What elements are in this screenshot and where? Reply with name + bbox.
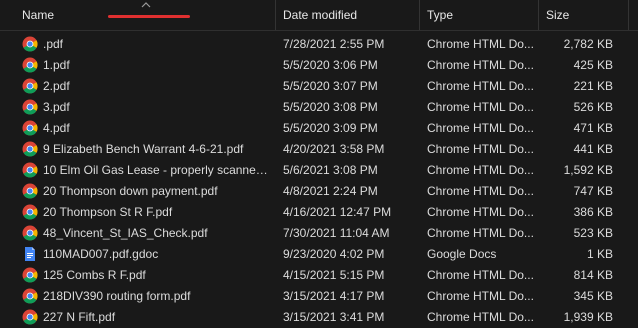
column-header-size[interactable]: Size [546, 0, 626, 30]
file-row[interactable]: 3.pdf 5/5/2020 3:08 PM Chrome HTML Do...… [0, 97, 638, 118]
chrome-icon [22, 120, 38, 136]
file-name: 9 Elizabeth Bench Warrant 4-6-21.pdf [43, 142, 244, 156]
column-divider[interactable] [538, 0, 539, 30]
file-date-modified: 7/30/2021 11:04 AM [283, 226, 390, 240]
file-row[interactable]: 2.pdf 5/5/2020 3:07 PM Chrome HTML Do...… [0, 76, 638, 97]
file-name: 227 N Fift.pdf [43, 310, 116, 324]
file-name: 4.pdf [43, 121, 70, 135]
file-size: 747 KB [573, 184, 613, 198]
file-name: 3.pdf [43, 100, 70, 114]
file-date-modified: 3/15/2021 3:41 PM [283, 310, 385, 324]
file-row[interactable]: 227 N Fift.pdf 3/15/2021 3:41 PM Chrome … [0, 307, 638, 328]
file-type: Chrome HTML Do... [427, 37, 534, 51]
file-type: Chrome HTML Do... [427, 79, 534, 93]
file-row[interactable]: 218DIV390 routing form.pdf 3/15/2021 4:1… [0, 286, 638, 307]
file-type: Chrome HTML Do... [427, 205, 534, 219]
chrome-icon [22, 204, 38, 220]
file-date-modified: 5/5/2020 3:06 PM [283, 58, 378, 72]
column-header-date-modified[interactable]: Date modified [283, 0, 418, 30]
file-size: 386 KB [573, 205, 613, 219]
file-size: 441 KB [573, 142, 613, 156]
column-divider[interactable] [628, 0, 629, 30]
file-size: 526 KB [573, 100, 613, 114]
file-date-modified: 4/20/2021 3:58 PM [283, 142, 385, 156]
file-size: 345 KB [573, 289, 613, 303]
chrome-icon [22, 267, 38, 283]
file-type: Chrome HTML Do... [427, 268, 534, 282]
file-type: Chrome HTML Do... [427, 289, 534, 303]
file-date-modified: 3/15/2021 4:17 PM [283, 289, 385, 303]
file-name: .pdf [43, 37, 64, 51]
file-row[interactable]: .pdf 7/28/2021 2:55 PM Chrome HTML Do...… [0, 34, 638, 55]
file-date-modified: 5/6/2021 3:08 PM [283, 163, 378, 177]
file-type: Chrome HTML Do... [427, 142, 534, 156]
file-name: 10 Elm Oil Gas Lease - properly scanned.… [43, 163, 269, 177]
file-type: Chrome HTML Do... [427, 100, 534, 114]
file-size: 425 KB [573, 58, 613, 72]
file-date-modified: 9/23/2020 4:02 PM [283, 247, 385, 261]
chrome-icon [22, 225, 38, 241]
file-date-modified: 4/15/2021 5:15 PM [283, 268, 385, 282]
file-type: Chrome HTML Do... [427, 226, 534, 240]
file-type: Google Docs [427, 247, 497, 261]
file-row[interactable]: 125 Combs R F.pdf 4/15/2021 5:15 PM Chro… [0, 265, 638, 286]
column-header-type[interactable]: Type [427, 0, 535, 30]
file-name: 20 Thompson down payment.pdf [43, 184, 218, 198]
file-name: 110MAD007.pdf.gdoc [43, 247, 159, 261]
file-name: 218DIV390 routing form.pdf [43, 289, 191, 303]
file-row[interactable]: 110MAD007.pdf.gdoc 9/23/2020 4:02 PM Goo… [0, 244, 638, 265]
chrome-icon [22, 141, 38, 157]
file-size: 221 KB [573, 79, 613, 93]
file-date-modified: 5/5/2020 3:07 PM [283, 79, 378, 93]
chrome-icon [22, 162, 38, 178]
file-row[interactable]: 4.pdf 5/5/2020 3:09 PM Chrome HTML Do...… [0, 118, 638, 139]
file-type: Chrome HTML Do... [427, 163, 534, 177]
chrome-icon [22, 78, 38, 94]
file-row[interactable]: 20 Thompson St R F.pdf 4/16/2021 12:47 P… [0, 202, 638, 223]
file-name: 48_Vincent_St_IAS_Check.pdf [43, 226, 208, 240]
file-date-modified: 4/16/2021 12:47 PM [283, 205, 392, 219]
column-header-row: Name Date modified Type Size [0, 0, 638, 31]
file-size: 1,592 KB [563, 163, 613, 177]
column-header-name[interactable]: Name [22, 0, 272, 30]
file-size: 523 KB [573, 226, 613, 240]
file-row[interactable]: 20 Thompson down payment.pdf 4/8/2021 2:… [0, 181, 638, 202]
file-date-modified: 4/8/2021 2:24 PM [283, 184, 378, 198]
file-name: 2.pdf [43, 79, 70, 93]
file-date-modified: 5/5/2020 3:09 PM [283, 121, 378, 135]
file-name: 1.pdf [43, 58, 70, 72]
file-size: 471 KB [573, 121, 613, 135]
file-row[interactable]: 9 Elizabeth Bench Warrant 4-6-21.pdf 4/2… [0, 139, 638, 160]
file-name: 20 Thompson St R F.pdf [43, 205, 173, 219]
file-size: 1 KB [586, 247, 613, 261]
chrome-icon [22, 36, 38, 52]
file-date-modified: 7/28/2021 2:55 PM [283, 37, 385, 51]
chrome-icon [22, 183, 38, 199]
file-row[interactable]: 1.pdf 5/5/2020 3:06 PM Chrome HTML Do...… [0, 55, 638, 76]
file-size: 814 KB [573, 268, 613, 282]
file-row[interactable]: 10 Elm Oil Gas Lease - properly scanned.… [0, 160, 638, 181]
file-size: 2,782 KB [563, 37, 613, 51]
file-type: Chrome HTML Do... [427, 310, 534, 324]
file-type: Chrome HTML Do... [427, 121, 534, 135]
file-date-modified: 5/5/2020 3:08 PM [283, 100, 378, 114]
chrome-icon [22, 288, 38, 304]
file-type: Chrome HTML Do... [427, 184, 534, 198]
file-row[interactable]: 48_Vincent_St_IAS_Check.pdf 7/30/2021 11… [0, 223, 638, 244]
column-divider[interactable] [419, 0, 420, 30]
chrome-icon [22, 309, 38, 325]
chrome-icon [22, 99, 38, 115]
file-name: 125 Combs R F.pdf [43, 268, 146, 282]
file-type: Chrome HTML Do... [427, 58, 534, 72]
column-divider[interactable] [275, 0, 276, 30]
file-size: 1,939 KB [563, 310, 613, 324]
google-docs-icon [22, 246, 38, 262]
chrome-icon [22, 57, 38, 73]
file-list: .pdf 7/28/2021 2:55 PM Chrome HTML Do...… [0, 34, 638, 328]
